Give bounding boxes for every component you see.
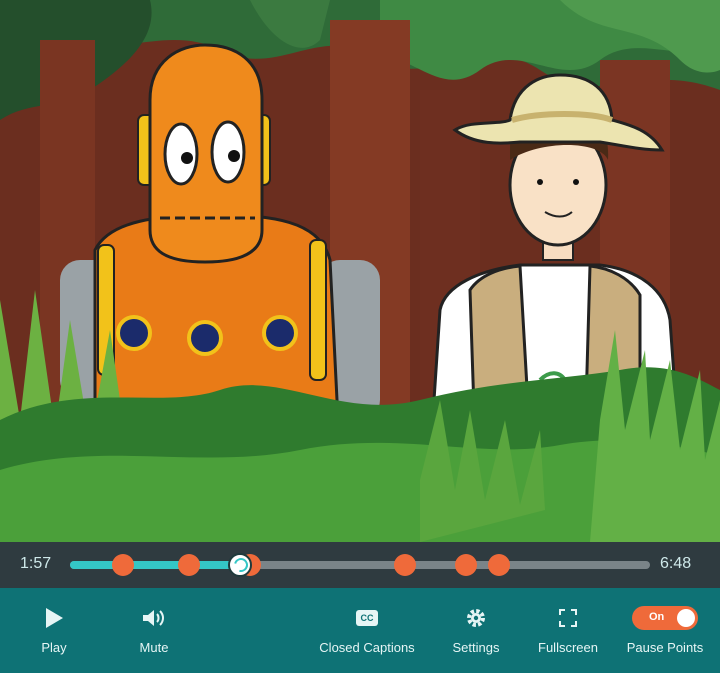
pause-points-toggle-text: On — [649, 611, 665, 623]
pause-point-marker[interactable] — [394, 554, 417, 576]
fullscreen-icon — [558, 604, 578, 632]
pause-point-marker[interactable] — [454, 554, 477, 576]
progress-track[interactable] — [70, 553, 650, 577]
video-frame[interactable] — [0, 0, 720, 542]
pause-points-label: Pause Points — [626, 640, 704, 655]
settings-label: Settings — [452, 640, 500, 655]
control-bar: Play Mute CC Closed Captions Settings Fu… — [0, 588, 720, 673]
gear-icon — [465, 604, 487, 632]
duration-time: 6:48 — [660, 555, 692, 572]
pause-point-marker[interactable] — [177, 554, 200, 576]
pause-point-marker[interactable] — [111, 554, 134, 576]
pause-points-control[interactable]: On Pause Points — [622, 588, 708, 673]
pause-points-toggle-wrap: On — [632, 604, 698, 632]
current-time: 1:57 — [20, 555, 52, 572]
mute-button[interactable]: Mute — [122, 588, 186, 673]
fullscreen-label: Fullscreen — [538, 640, 598, 655]
fullscreen-button[interactable]: Fullscreen — [532, 588, 604, 673]
volume-icon — [141, 604, 167, 632]
play-button[interactable]: Play — [22, 588, 86, 673]
seek-bar: 1:57 6:48 — [0, 542, 720, 588]
progress-fill — [70, 561, 240, 569]
video-player: 1:57 6:48 Play Mute CC Closed Captions S… — [0, 0, 720, 673]
closed-captions-button[interactable]: CC Closed Captions — [312, 588, 422, 673]
play-icon — [43, 604, 65, 632]
mute-label: Mute — [139, 640, 169, 655]
pause-points-toggle[interactable]: On — [632, 606, 698, 630]
closed-captions-label: Closed Captions — [319, 640, 415, 655]
video-scene — [0, 0, 720, 542]
playhead-handle[interactable] — [227, 553, 252, 577]
cc-icon-text: CC — [356, 610, 378, 626]
play-label: Play — [41, 640, 67, 655]
settings-button[interactable]: Settings — [446, 588, 506, 673]
cc-icon: CC — [356, 604, 378, 632]
toggle-knob — [677, 609, 695, 627]
pause-point-marker[interactable] — [488, 554, 511, 576]
